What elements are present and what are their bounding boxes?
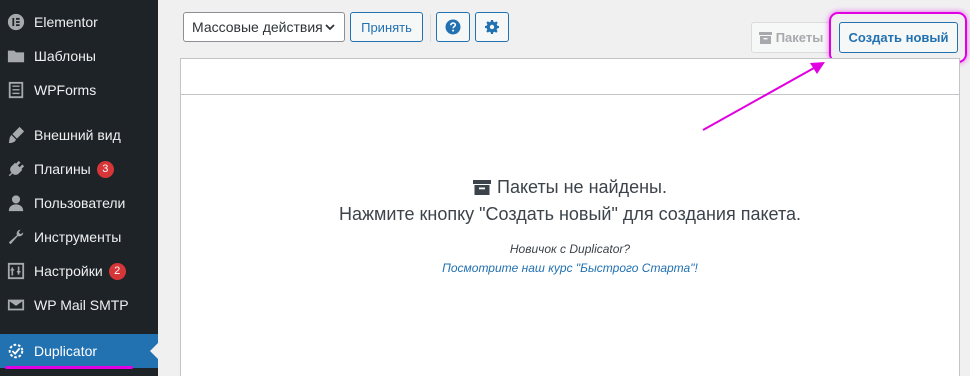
folder-icon <box>6 46 26 66</box>
plug-icon <box>6 159 26 179</box>
packages-table: Пакеты не найдены. Нажмите кнопку "Созда… <box>180 58 960 376</box>
sidebar-item-wpforms[interactable]: WPForms <box>0 73 158 107</box>
help-icon <box>445 19 461 35</box>
create-new-button[interactable]: Создать новый <box>839 22 958 53</box>
table-header <box>181 59 959 95</box>
sidebar-item-label: Duplicator <box>34 343 98 359</box>
update-count-badge: 3 <box>96 160 114 178</box>
annotation-underline <box>5 366 133 369</box>
sidebar-item-settings[interactable]: Настройки 2 <box>0 254 158 288</box>
brush-icon <box>6 125 26 145</box>
sidebar-item-label: Инструменты <box>34 229 122 245</box>
sidebar-item-plugins[interactable]: Плагины 3 <box>0 152 158 186</box>
wrench-icon <box>6 227 26 247</box>
archive-icon <box>473 180 491 195</box>
elementor-icon <box>6 12 26 32</box>
duplicator-icon <box>6 341 26 361</box>
chevron-down-icon <box>325 24 335 31</box>
sidebar-item-label: Elementor <box>34 14 98 30</box>
apply-button[interactable]: Принять <box>350 12 423 42</box>
mail-icon <box>6 295 26 315</box>
sidebar-item-label: Пользователи <box>34 195 126 211</box>
empty-state-text: Пакеты не найдены. <box>497 177 667 197</box>
sidebar-item-label: WPForms <box>34 82 97 98</box>
newbie-text: Новичок с Duplicator? <box>509 242 631 256</box>
sidebar-item-label: Плагины <box>34 161 91 177</box>
empty-state-subtitle: Нажмите кнопку "Создать новый" для созда… <box>338 204 802 224</box>
settings-button[interactable] <box>475 12 509 42</box>
active-menu-pointer <box>150 343 158 359</box>
sidebar-item-elementor[interactable]: Elementor <box>0 5 158 39</box>
bulk-actions-value: Массовые действия <box>192 19 323 35</box>
sidebar-item-label: WP Mail SMTP <box>34 297 129 313</box>
empty-state-title: Пакеты не найдены. <box>181 177 959 198</box>
gear-icon <box>485 20 499 34</box>
help-button[interactable] <box>436 12 470 42</box>
sidebar-item-label: Шаблоны <box>34 48 96 64</box>
bulk-actions-select[interactable]: Массовые действия <box>183 12 345 42</box>
sidebar-item-tools[interactable]: Инструменты <box>0 220 158 254</box>
settings-icon <box>6 261 26 281</box>
user-icon <box>6 193 26 213</box>
sidebar-item-duplicator[interactable]: Duplicator <box>0 334 158 368</box>
sidebar-item-templates[interactable]: Шаблоны <box>0 39 158 73</box>
quick-start-course-link[interactable]: Посмотрите наш курс "Быстрого Старта"! <box>181 261 959 275</box>
sidebar-item-users[interactable]: Пользователи <box>0 186 158 220</box>
forms-icon <box>6 80 26 100</box>
admin-sidebar: Elementor Шаблоны WPForms Внешний вид Пл… <box>0 0 158 376</box>
sidebar-item-appearance[interactable]: Внешний вид <box>0 118 158 152</box>
archive-icon <box>758 31 772 44</box>
packages-button[interactable]: Пакеты <box>751 22 831 53</box>
sidebar-item-wp-mail-smtp[interactable]: WP Mail SMTP <box>0 288 158 322</box>
sidebar-item-label: Внешний вид <box>34 127 121 143</box>
packages-label: Пакеты <box>775 30 824 45</box>
update-count-badge: 2 <box>108 262 126 280</box>
sidebar-item-label: Настройки <box>34 263 103 279</box>
toolbar-divider <box>430 14 431 42</box>
